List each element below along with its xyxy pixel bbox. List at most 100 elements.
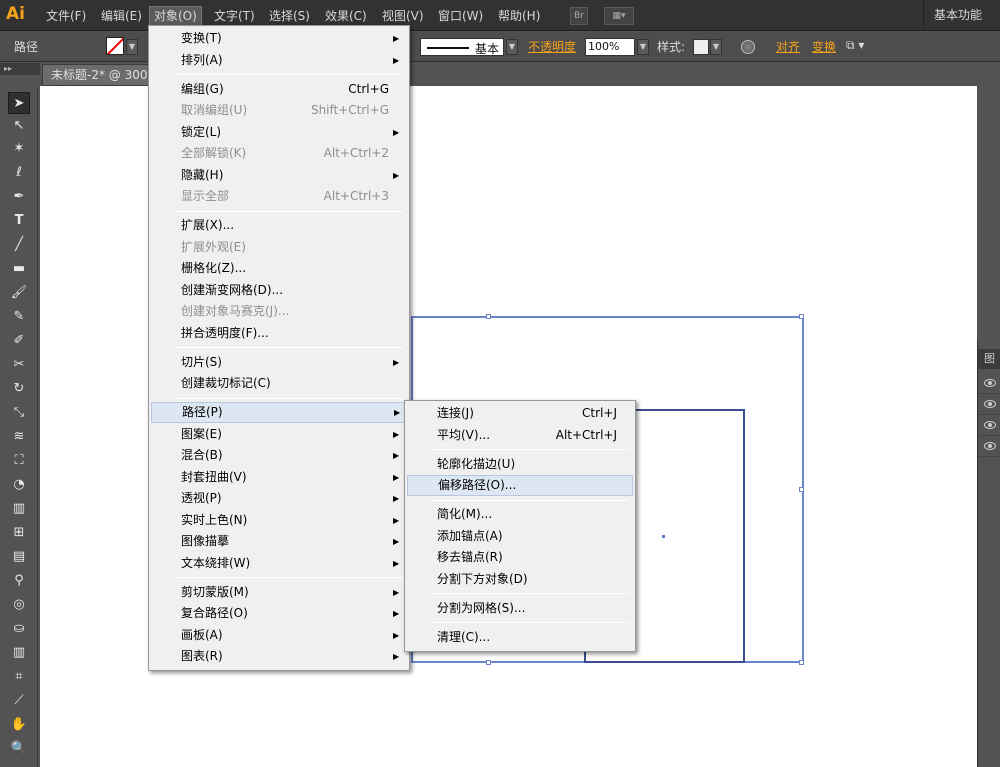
layer-row[interactable] [978, 395, 1000, 415]
isolate-icon[interactable]: ⧉ ▾ [846, 38, 864, 53]
path_submenu-item[interactable]: 移去锚点(R) [407, 547, 633, 568]
eyedropper-tool-icon[interactable]: ⚲ [8, 570, 30, 592]
object_menu-item[interactable]: 复合路径(O) ▶ [151, 603, 407, 624]
object_menu-item[interactable]: 锁定(L) ▶ [151, 122, 407, 143]
object_menu-item[interactable]: 创建渐变网格(D)... [151, 280, 407, 301]
menu-object[interactable]: 对象(O) [149, 6, 202, 26]
path_submenu-item[interactable]: 平均(V)... Alt+Ctrl+J [407, 425, 633, 446]
line-tool-icon[interactable]: ╱ [8, 234, 30, 256]
stroke-dropdown-icon[interactable]: ▼ [506, 39, 518, 55]
hand-tool-icon[interactable]: ✋ [8, 714, 30, 736]
menu-edit[interactable]: 编辑(E) [97, 6, 146, 26]
object_menu-item[interactable]: 图像描摹 ▶ [151, 531, 407, 552]
path_submenu-item[interactable]: 分割下方对象(D) [407, 569, 633, 590]
path_submenu-item[interactable]: 添加锚点(A) [407, 526, 633, 547]
graphic-style-swatch[interactable] [693, 39, 709, 55]
eye-icon[interactable] [984, 442, 996, 450]
menu-file[interactable]: 文件(F) [42, 6, 90, 26]
perspective-grid-tool-icon[interactable]: ▥ [8, 498, 30, 520]
recolor-artwork-icon[interactable] [741, 40, 755, 54]
object_menu-item[interactable]: 变换(T) ▶ [151, 28, 407, 49]
pen-tool-icon[interactable]: ✒ [8, 186, 30, 208]
object_menu-item[interactable]: 栅格化(Z)... [151, 258, 407, 279]
zoom-tool-icon[interactable]: 🔍 [8, 738, 30, 760]
fill-dropdown-icon[interactable]: ▼ [126, 39, 138, 55]
symbol-sprayer-tool-icon[interactable]: ⛀ [8, 618, 30, 640]
object_menu-item[interactable]: 扩展(X)... [151, 215, 407, 236]
arrange-documents-icon[interactable]: ▦▾ [604, 7, 634, 25]
layer-row[interactable] [978, 416, 1000, 436]
bridge-icon[interactable]: Br [570, 7, 588, 25]
transform-handle[interactable] [799, 314, 804, 319]
paintbrush-tool-icon[interactable]: 🖌 [8, 282, 30, 304]
transform-handle[interactable] [799, 660, 804, 665]
object_menu-item[interactable]: 编组(G) Ctrl+G [151, 79, 407, 100]
menu-view[interactable]: 视图(V) [378, 6, 428, 26]
object_menu-item[interactable]: 文本绕排(W) ▶ [151, 553, 407, 574]
mesh-tool-icon[interactable]: ⊞ [8, 522, 30, 544]
menu-effect[interactable]: 效果(C) [321, 6, 371, 26]
scale-tool-icon[interactable]: ⤡ [8, 402, 30, 424]
opacity-dropdown-icon[interactable]: ▼ [637, 39, 649, 55]
stroke-profile-select[interactable]: 基本 [420, 38, 504, 56]
object_menu-item[interactable]: 封套扭曲(V) ▶ [151, 467, 407, 488]
object_menu-item[interactable]: 创建裁切标记(C) [151, 373, 407, 394]
style-dropdown-icon[interactable]: ▼ [710, 39, 722, 55]
transform-link[interactable]: 变换 [812, 38, 836, 55]
object_menu-item[interactable]: 排列(A) ▶ [151, 50, 407, 71]
path_submenu-item[interactable]: 清理(C)... [407, 627, 633, 648]
transform-handle[interactable] [486, 660, 491, 665]
path_submenu-item[interactable]: 轮廓化描边(U) [407, 454, 633, 475]
layer-row[interactable] [978, 374, 1000, 394]
object_menu-item[interactable]: 切片(S) ▶ [151, 352, 407, 373]
scissors-tool-icon[interactable]: ✂ [8, 354, 30, 376]
menu-select[interactable]: 选择(S) [265, 6, 314, 26]
fill-swatch[interactable] [106, 37, 124, 55]
object_menu-item[interactable]: 图表(R) ▶ [151, 646, 407, 667]
object_menu-item[interactable]: 画板(A) ▶ [151, 625, 407, 646]
transform-handle[interactable] [486, 314, 491, 319]
transform-handle[interactable] [799, 487, 804, 492]
lasso-tool-icon[interactable]: ℓ [8, 162, 30, 184]
eye-icon[interactable] [984, 421, 996, 429]
blob-brush-tool-icon[interactable]: ✐ [8, 330, 30, 352]
artboard-tool-icon[interactable]: ⌗ [8, 666, 30, 688]
gradient-tool-icon[interactable]: ▤ [8, 546, 30, 568]
column-graph-tool-icon[interactable]: ▥ [8, 642, 30, 664]
path_submenu-item[interactable]: 简化(M)... [407, 504, 633, 525]
document-tab[interactable]: 未标题-2* @ 300% [42, 64, 150, 86]
align-link[interactable]: 对齐 [776, 38, 800, 55]
eye-icon[interactable] [984, 400, 996, 408]
rotate-tool-icon[interactable]: ↻ [8, 378, 30, 400]
pencil-tool-icon[interactable]: ✎ [8, 306, 30, 328]
path_submenu-item[interactable]: 连接(J) Ctrl+J [407, 403, 633, 424]
path_submenu-item[interactable]: 偏移路径(O)... [407, 475, 633, 496]
width-tool-icon[interactable]: ≋ [8, 426, 30, 448]
shape-builder-tool-icon[interactable]: ◔ [8, 474, 30, 496]
opacity-label[interactable]: 不透明度 [528, 38, 576, 55]
object_menu-item[interactable]: 混合(B) ▶ [151, 445, 407, 466]
object_menu-item[interactable]: 路径(P) ▶ [151, 402, 407, 423]
selection-tool-icon[interactable]: ➤ [8, 92, 30, 114]
blend-tool-icon[interactable]: ◎ [8, 594, 30, 616]
menu-help[interactable]: 帮助(H) [494, 6, 544, 26]
eye-icon[interactable] [984, 379, 996, 387]
menu-window[interactable]: 窗口(W) [434, 6, 487, 26]
workspace-switcher[interactable]: 基本功能 [922, 0, 1000, 30]
object_menu-item[interactable]: 隐藏(H) ▶ [151, 165, 407, 186]
object_menu-item[interactable]: 剪切蒙版(M) ▶ [151, 582, 407, 603]
layers-panel-title[interactable]: 图 [978, 349, 1000, 369]
layer-row[interactable] [978, 437, 1000, 457]
object_menu-item[interactable]: 图案(E) ▶ [151, 424, 407, 445]
object_menu-item[interactable]: 实时上色(N) ▶ [151, 510, 407, 531]
magic-wand-tool-icon[interactable]: ✶ [8, 138, 30, 160]
type-tool-icon[interactable]: T [8, 210, 30, 232]
object_menu-item[interactable]: 透视(P) ▶ [151, 488, 407, 509]
object_menu-item[interactable]: 拼合透明度(F)... [151, 323, 407, 344]
free-transform-tool-icon[interactable]: ⛶ [8, 450, 30, 472]
path_submenu-item[interactable]: 分割为网格(S)... [407, 598, 633, 619]
menu-type[interactable]: 文字(T) [210, 6, 259, 26]
rectangle-tool-icon[interactable]: ▬ [8, 258, 30, 280]
slice-tool-icon[interactable]: ⟋ [8, 690, 30, 712]
direct-selection-tool-icon[interactable]: ↖ [8, 115, 30, 137]
